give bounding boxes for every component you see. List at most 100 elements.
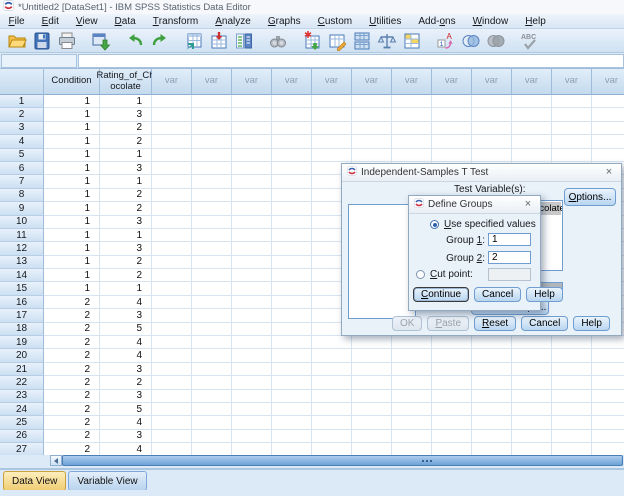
column-header-var[interactable]: var (192, 68, 232, 95)
cell-reference-box[interactable] (1, 54, 77, 68)
cell-empty[interactable] (152, 349, 192, 363)
cell-empty[interactable] (592, 336, 624, 350)
cell-empty[interactable] (192, 228, 232, 243)
cell-empty[interactable] (152, 309, 192, 323)
cell-empty[interactable] (512, 429, 552, 444)
cell-empty[interactable] (232, 161, 272, 176)
cell-empty[interactable] (272, 416, 312, 430)
cell-empty[interactable] (552, 349, 592, 363)
cell-rating[interactable]: 2 (100, 269, 152, 283)
cell-empty[interactable] (232, 416, 272, 430)
cell-empty[interactable] (512, 121, 552, 136)
cell-empty[interactable] (192, 389, 232, 403)
cell-empty[interactable] (232, 121, 272, 136)
cell-empty[interactable] (192, 362, 232, 377)
cell-condition[interactable]: 1 (44, 202, 100, 216)
cell-rating[interactable]: 1 (100, 282, 152, 296)
redo-button[interactable] (147, 30, 172, 52)
cell-empty[interactable] (552, 135, 592, 149)
cell-empty[interactable] (272, 295, 312, 310)
cell-empty[interactable] (552, 416, 592, 430)
cell-condition[interactable]: 2 (44, 402, 100, 417)
cell-empty[interactable] (472, 429, 512, 444)
cell-empty[interactable] (272, 269, 312, 283)
cell-empty[interactable] (472, 376, 512, 390)
cell-empty[interactable] (512, 135, 552, 149)
cell-empty[interactable] (512, 362, 552, 377)
cell-empty[interactable] (232, 362, 272, 377)
insert-cases-button[interactable] (299, 30, 324, 52)
options-button[interactable]: Options... (564, 188, 616, 206)
menu-edit[interactable]: Edit (33, 14, 67, 28)
cell-condition[interactable]: 2 (44, 429, 100, 444)
cell-empty[interactable] (192, 255, 232, 270)
cell-condition[interactable]: 1 (44, 135, 100, 149)
ttest-ok-button[interactable]: OK (392, 316, 423, 331)
cell-empty[interactable] (392, 148, 432, 162)
cell-empty[interactable] (272, 121, 312, 136)
cell-empty[interactable] (272, 349, 312, 363)
cell-rating[interactable]: 4 (100, 349, 152, 363)
find-button[interactable] (265, 30, 290, 52)
cell-empty[interactable] (232, 242, 272, 256)
cell-empty[interactable] (432, 376, 472, 390)
save-button[interactable] (29, 30, 54, 52)
cell-empty[interactable] (272, 282, 312, 296)
row-header-15[interactable]: 15 (0, 282, 44, 296)
cell-empty[interactable] (232, 228, 272, 243)
cell-empty[interactable] (552, 402, 592, 417)
cell-empty[interactable] (272, 228, 312, 243)
cell-empty[interactable] (592, 349, 624, 363)
cell-empty[interactable] (192, 443, 232, 455)
cell-empty[interactable] (352, 349, 392, 363)
insert-variable-button[interactable] (324, 30, 349, 52)
cell-empty[interactable] (432, 108, 472, 122)
cell-condition[interactable]: 1 (44, 215, 100, 229)
cell-empty[interactable] (512, 443, 552, 455)
cell-condition[interactable]: 1 (44, 282, 100, 296)
cut-point-input[interactable] (488, 268, 531, 281)
cell-empty[interactable] (472, 108, 512, 122)
cell-empty[interactable] (592, 135, 624, 149)
cell-empty[interactable] (152, 148, 192, 162)
menu-view[interactable]: View (67, 14, 106, 28)
cell-rating[interactable]: 3 (100, 108, 152, 122)
show-value-labels-button[interactable]: 1A (433, 30, 458, 52)
cell-empty[interactable] (592, 429, 624, 444)
cell-condition[interactable]: 2 (44, 362, 100, 377)
cell-condition[interactable]: 1 (44, 95, 100, 109)
use-variable-sets-button[interactable] (458, 30, 483, 52)
cell-empty[interactable] (432, 429, 472, 444)
cell-rating[interactable]: 1 (100, 228, 152, 243)
cell-empty[interactable] (232, 349, 272, 363)
cell-empty[interactable] (592, 402, 624, 417)
cell-empty[interactable] (552, 336, 592, 350)
tab-variable-view[interactable]: Variable View (68, 471, 147, 491)
cell-condition[interactable]: 2 (44, 295, 100, 310)
menu-addons[interactable]: Add-o ns (410, 14, 464, 28)
cell-empty[interactable] (512, 389, 552, 403)
cell-condition[interactable]: 2 (44, 336, 100, 350)
cell-rating[interactable]: 4 (100, 336, 152, 350)
cell-empty[interactable] (592, 443, 624, 455)
cell-condition[interactable]: 2 (44, 322, 100, 337)
cell-condition[interactable]: 2 (44, 443, 100, 455)
cell-empty[interactable] (592, 389, 624, 403)
column-header-var[interactable]: var (552, 68, 592, 95)
cell-empty[interactable] (232, 135, 272, 149)
cell-rating[interactable]: 2 (100, 188, 152, 203)
cell-empty[interactable] (592, 121, 624, 136)
cell-empty[interactable] (392, 95, 432, 109)
cell-empty[interactable] (272, 202, 312, 216)
cell-empty[interactable] (352, 108, 392, 122)
cell-empty[interactable] (392, 389, 432, 403)
cell-empty[interactable] (312, 443, 352, 455)
cell-empty[interactable] (352, 416, 392, 430)
cell-empty[interactable] (192, 202, 232, 216)
cell-empty[interactable] (352, 135, 392, 149)
row-header-11[interactable]: 11 (0, 228, 44, 243)
row-header-8[interactable]: 8 (0, 188, 44, 203)
row-header-17[interactable]: 17 (0, 309, 44, 323)
cell-empty[interactable] (472, 349, 512, 363)
cell-empty[interactable] (192, 376, 232, 390)
